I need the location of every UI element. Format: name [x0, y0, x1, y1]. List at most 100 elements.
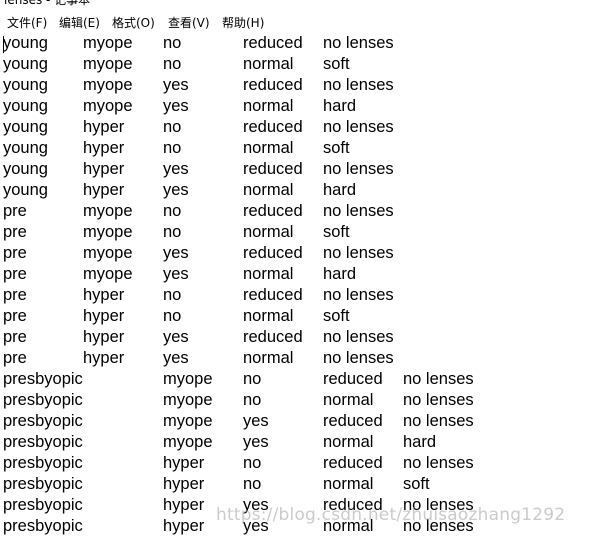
text-field: myope	[163, 370, 213, 388]
text-field: hyper	[83, 307, 125, 325]
window-title-bar[interactable]: lenses - 记事本	[0, 0, 601, 8]
text-field: myope	[83, 202, 133, 220]
text-field: pre	[3, 244, 27, 262]
text-line: presbyopic myope yes reduced no lenses	[0, 412, 601, 433]
text-field: no lenses	[323, 202, 394, 220]
text-field: no	[163, 34, 182, 52]
text-field: no	[243, 475, 262, 493]
text-field: yes	[163, 181, 189, 199]
text-line: presbyopic hyper no normal soft	[0, 475, 601, 496]
text-line: presbyopic myope no reduced no lenses	[0, 370, 601, 391]
text-field: hyper	[83, 139, 125, 157]
text-field: young	[3, 160, 48, 178]
menu-file[interactable]: 文件(F)	[7, 14, 47, 31]
text-field: pre	[3, 202, 27, 220]
text-line: pre hyper yes reduced no lenses	[0, 328, 601, 349]
text-field: hyper	[163, 454, 205, 472]
text-field: pre	[3, 286, 27, 304]
text-field: hyper	[163, 496, 205, 514]
text-line: young hyper yes reduced no lenses	[0, 160, 601, 181]
text-field: no lenses	[403, 370, 474, 388]
text-field: pre	[3, 223, 27, 241]
text-field: reduced	[243, 244, 303, 262]
text-field: soft	[323, 307, 350, 325]
text-field: no	[243, 391, 262, 409]
text-line: presbyopic myope no normal no lenses	[0, 391, 601, 412]
text-field: no lenses	[403, 454, 474, 472]
menu-view[interactable]: 查看(V)	[168, 14, 210, 31]
text-field: yes	[163, 349, 189, 367]
text-line: pre myope yes normal hard	[0, 265, 601, 286]
text-field: young	[3, 76, 48, 94]
menu-edit[interactable]: 编辑(E)	[59, 14, 100, 31]
text-field: hard	[403, 433, 437, 451]
text-field: no lenses	[403, 412, 474, 430]
text-field: normal	[323, 433, 374, 451]
text-field: no	[163, 307, 182, 325]
text-field: normal	[323, 391, 374, 409]
text-field: no	[243, 370, 262, 388]
text-field: young	[3, 55, 48, 73]
text-field: reduced	[243, 286, 303, 304]
text-field: soft	[403, 475, 430, 493]
text-field: no lenses	[403, 391, 474, 409]
text-line: young hyper no reduced no lenses	[0, 118, 601, 139]
text-field: reduced	[323, 370, 383, 388]
text-field: hyper	[83, 286, 125, 304]
text-line: young myope no reduced no lenses	[0, 34, 601, 55]
text-field: presbyopic	[3, 496, 83, 514]
text-field: hyper	[163, 517, 205, 535]
text-field: no	[243, 454, 262, 472]
text-field: no	[163, 202, 182, 220]
text-field: normal	[243, 223, 294, 241]
text-line: young hyper no normal soft	[0, 139, 601, 160]
text-field: hyper	[163, 475, 205, 493]
text-line: young myope no normal soft	[0, 55, 601, 76]
text-field: no lenses	[323, 76, 394, 94]
text-field: myope	[163, 433, 213, 451]
text-field: presbyopic	[3, 370, 83, 388]
text-field: hyper	[83, 181, 125, 199]
text-field: reduced	[323, 454, 383, 472]
text-field: normal	[243, 349, 294, 367]
text-field: normal	[243, 97, 294, 115]
text-field: hyper	[83, 118, 125, 136]
text-field: reduced	[243, 118, 303, 136]
text-field: normal	[323, 475, 374, 493]
text-field: normal	[243, 55, 294, 73]
text-field: soft	[323, 55, 350, 73]
text-field: no	[163, 286, 182, 304]
text-field: yes	[163, 76, 189, 94]
text-field: yes	[163, 160, 189, 178]
text-line: pre hyper no normal soft	[0, 307, 601, 328]
text-field: presbyopic	[3, 391, 83, 409]
text-field: no	[163, 139, 182, 157]
text-field: yes	[163, 328, 189, 346]
text-field: myope	[163, 391, 213, 409]
text-field: hyper	[83, 160, 125, 178]
text-field: pre	[3, 307, 27, 325]
text-field: hard	[323, 265, 357, 283]
text-field: young	[3, 118, 48, 136]
text-field: yes	[243, 412, 269, 430]
text-field: reduced	[243, 202, 303, 220]
menu-format[interactable]: 格式(O)	[112, 14, 155, 31]
text-editor-area[interactable]: young myope no reduced no lenses young myope no…	[0, 34, 601, 536]
text-field: hyper	[83, 349, 125, 367]
text-field: yes	[243, 433, 269, 451]
text-field: hyper	[83, 328, 125, 346]
text-line: pre myope no reduced no lenses	[0, 202, 601, 223]
text-field: presbyopic	[3, 475, 83, 493]
text-field: normal	[243, 265, 294, 283]
text-field: no lenses	[323, 34, 394, 52]
text-field: young	[3, 139, 48, 157]
text-field: no lenses	[323, 286, 394, 304]
text-field: normal	[243, 307, 294, 325]
text-field: no lenses	[323, 328, 394, 346]
text-field: reduced	[243, 34, 303, 52]
text-line: young myope yes normal hard	[0, 97, 601, 118]
text-line: presbyopic hyper no reduced no lenses	[0, 454, 601, 475]
menu-help[interactable]: 帮助(H)	[222, 14, 264, 31]
text-field: myope	[163, 412, 213, 430]
text-field: presbyopic	[3, 454, 83, 472]
